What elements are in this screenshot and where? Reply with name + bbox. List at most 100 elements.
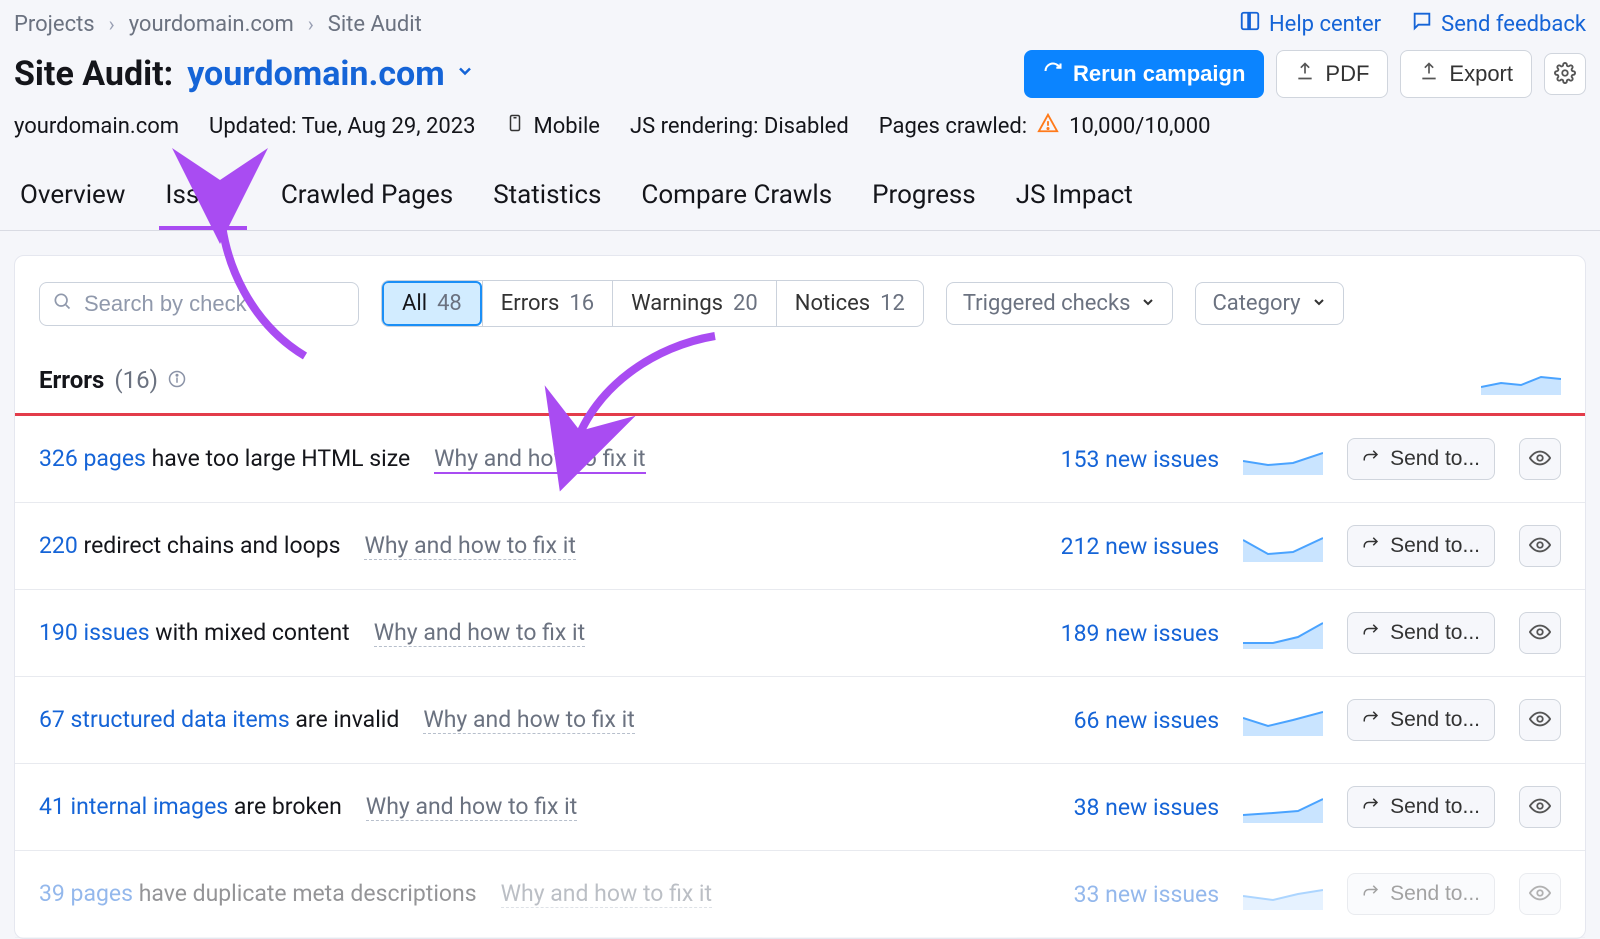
row-sparkline: [1243, 443, 1323, 475]
breadcrumb-site-audit[interactable]: Site Audit: [328, 12, 422, 37]
issue-text: redirect chains and loops: [84, 532, 341, 559]
filter-notices[interactable]: Notices 12: [776, 281, 923, 326]
tab-issues[interactable]: Issues: [159, 164, 246, 230]
filter-all[interactable]: All 48: [382, 281, 482, 326]
domain-dropdown[interactable]: yourdomain.com: [187, 54, 475, 94]
hide-button[interactable]: [1519, 525, 1561, 567]
new-issues-link[interactable]: 33 new issues: [1029, 881, 1219, 908]
meta-updated: Updated: Tue, Aug 29, 2023: [209, 114, 475, 139]
book-icon: [1239, 10, 1261, 38]
hide-button[interactable]: [1519, 699, 1561, 741]
send-to-label: Send to...: [1390, 795, 1480, 819]
share-icon: [1362, 534, 1380, 558]
issue-count-link[interactable]: 220: [39, 532, 78, 559]
issue-row: 190 issues with mixed content Why and ho…: [15, 590, 1585, 677]
send-to-button[interactable]: Send to...: [1347, 873, 1495, 915]
filter-errors[interactable]: Errors 16: [482, 281, 612, 326]
new-issues-link[interactable]: 212 new issues: [1029, 533, 1219, 560]
send-to-button[interactable]: Send to...: [1347, 699, 1495, 741]
why-and-how-link[interactable]: Why and how to fix it: [434, 445, 645, 474]
triggered-checks-dropdown[interactable]: Triggered checks: [946, 282, 1174, 325]
help-center-link[interactable]: Help center: [1239, 10, 1381, 38]
eye-icon: [1529, 447, 1551, 472]
filter-all-count: 48: [437, 291, 462, 316]
rerun-label: Rerun campaign: [1073, 61, 1245, 87]
why-and-how-link[interactable]: Why and how to fix it: [366, 793, 577, 821]
feedback-icon: [1411, 10, 1433, 38]
row-sparkline: [1243, 617, 1323, 649]
rerun-campaign-button[interactable]: Rerun campaign: [1024, 50, 1264, 98]
issue-count-link[interactable]: 190 issues: [39, 619, 150, 646]
breadcrumb-domain[interactable]: yourdomain.com: [129, 12, 294, 37]
breadcrumb-projects[interactable]: Projects: [14, 12, 95, 37]
tab-overview[interactable]: Overview: [14, 164, 131, 230]
issue-row: 326 pages have too large HTML size Why a…: [15, 416, 1585, 503]
tab-crawled-pages[interactable]: Crawled Pages: [275, 164, 459, 230]
new-issues-link[interactable]: 189 new issues: [1029, 620, 1219, 647]
filter-warnings[interactable]: Warnings 20: [612, 281, 776, 326]
send-to-button[interactable]: Send to...: [1347, 525, 1495, 567]
settings-button[interactable]: [1544, 53, 1586, 95]
pdf-label: PDF: [1325, 61, 1369, 87]
issue-count-link[interactable]: 39 pages: [39, 880, 133, 907]
hide-button[interactable]: [1519, 612, 1561, 654]
issue-type-filter: All 48 Errors 16 Warnings 20 Notices 12: [381, 280, 924, 327]
meta-domain: yourdomain.com: [14, 114, 179, 139]
search-input[interactable]: [84, 291, 346, 317]
filter-warnings-label: Warnings: [631, 291, 723, 316]
export-label: Export: [1449, 61, 1513, 87]
why-and-how-link[interactable]: Why and how to fix it: [423, 706, 634, 734]
issues-panel: All 48 Errors 16 Warnings 20 Notices 12 …: [14, 255, 1586, 939]
new-issues-link[interactable]: 66 new issues: [1029, 707, 1219, 734]
why-and-how-link[interactable]: Why and how to fix it: [364, 532, 575, 560]
search-icon: [52, 291, 72, 317]
tab-js-impact[interactable]: JS Impact: [1010, 164, 1139, 230]
tab-progress[interactable]: Progress: [866, 164, 982, 230]
pdf-button[interactable]: PDF: [1276, 50, 1388, 98]
new-issues-link[interactable]: 153 new issues: [1029, 446, 1219, 473]
share-icon: [1362, 447, 1380, 471]
send-feedback-link[interactable]: Send feedback: [1411, 10, 1586, 38]
eye-icon: [1529, 534, 1551, 559]
filter-errors-label: Errors: [501, 291, 560, 316]
issue-text: have too large HTML size: [152, 445, 411, 472]
chevron-down-icon: [455, 61, 475, 87]
send-to-label: Send to...: [1390, 534, 1480, 558]
tab-statistics[interactable]: Statistics: [487, 164, 607, 230]
meta-crawled-value: 10,000/10,000: [1069, 114, 1210, 139]
info-icon[interactable]: [168, 366, 186, 394]
send-to-label: Send to...: [1390, 621, 1480, 645]
send-to-button[interactable]: Send to...: [1347, 438, 1495, 480]
gear-icon: [1554, 62, 1576, 87]
send-feedback-label: Send feedback: [1441, 12, 1586, 37]
breadcrumb: Projects › yourdomain.com › Site Audit: [14, 12, 422, 37]
mobile-icon: [506, 112, 524, 140]
search-input-wrapper[interactable]: [39, 282, 359, 326]
help-center-label: Help center: [1269, 12, 1381, 37]
meta-row: yourdomain.com Updated: Tue, Aug 29, 202…: [0, 106, 1600, 164]
eye-icon: [1529, 708, 1551, 733]
issue-count-link[interactable]: 67 structured data items: [39, 706, 290, 733]
chevron-down-icon: [1140, 291, 1156, 316]
send-to-button[interactable]: Send to...: [1347, 786, 1495, 828]
section-sparkline: [1481, 365, 1561, 395]
send-to-button[interactable]: Send to...: [1347, 612, 1495, 654]
meta-device: Mobile: [506, 112, 600, 140]
share-icon: [1362, 708, 1380, 732]
row-sparkline: [1243, 704, 1323, 736]
section-errors-title: Errors: [39, 366, 104, 394]
issue-count-link[interactable]: 41 internal images: [39, 793, 228, 820]
new-issues-link[interactable]: 38 new issues: [1029, 794, 1219, 821]
why-and-how-link[interactable]: Why and how to fix it: [501, 880, 712, 908]
category-dropdown[interactable]: Category: [1195, 282, 1343, 325]
hide-button[interactable]: [1519, 873, 1561, 915]
export-button[interactable]: Export: [1400, 50, 1532, 98]
issue-count-link[interactable]: 326 pages: [39, 445, 146, 472]
hide-button[interactable]: [1519, 438, 1561, 480]
why-and-how-link[interactable]: Why and how to fix it: [374, 619, 585, 647]
share-icon: [1362, 795, 1380, 819]
issue-text: are invalid: [295, 706, 399, 733]
tab-compare-crawls[interactable]: Compare Crawls: [635, 164, 838, 230]
hide-button[interactable]: [1519, 786, 1561, 828]
meta-crawled: Pages crawled: 10,000/10,000: [879, 112, 1211, 140]
